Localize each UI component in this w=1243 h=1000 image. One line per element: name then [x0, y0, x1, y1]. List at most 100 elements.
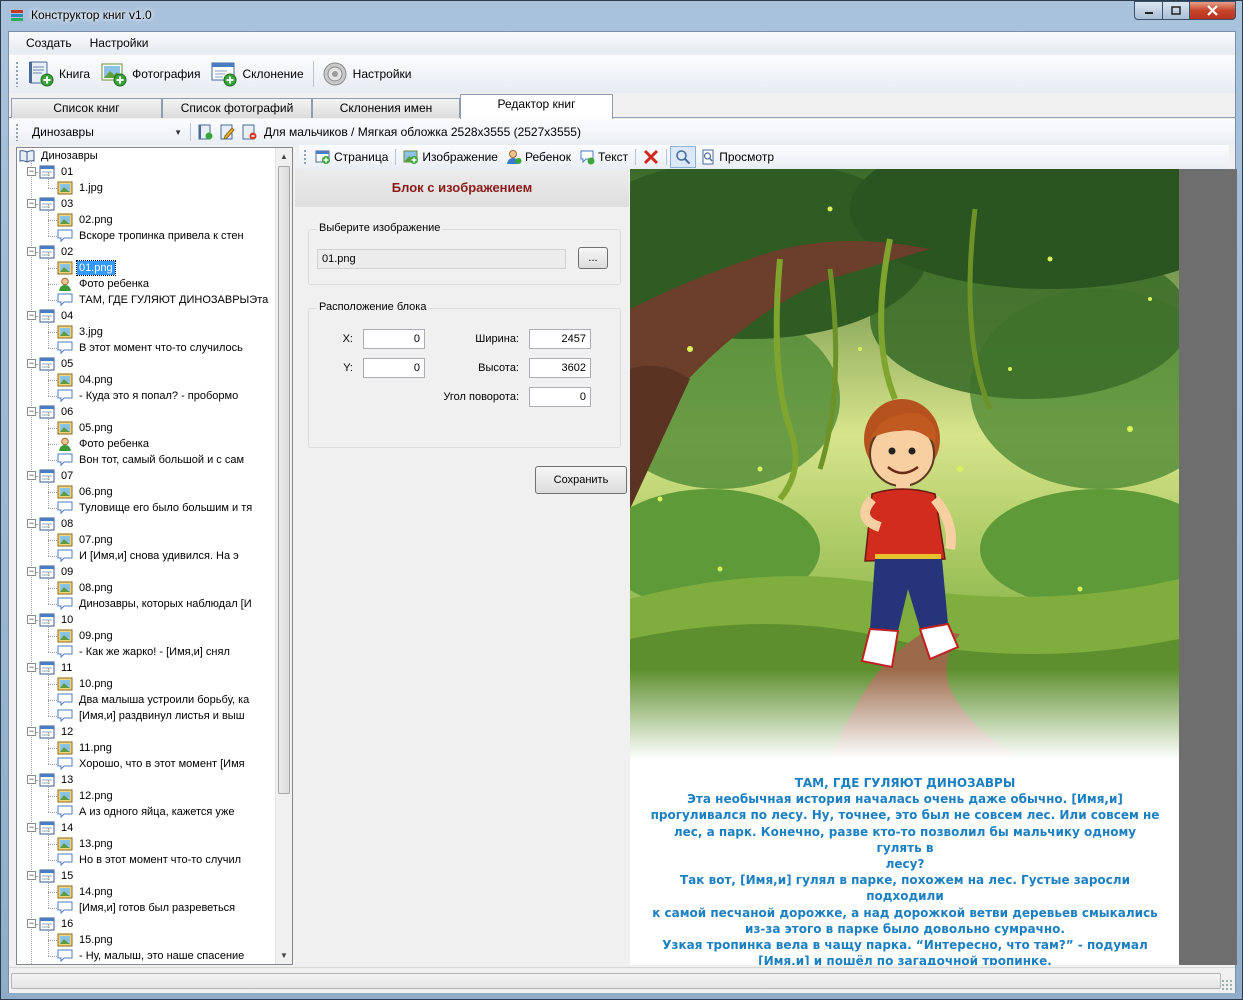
tree-block-node[interactable]: И [Имя,и] снова удивился. На э [57, 548, 241, 564]
browse-image-button[interactable]: ... [578, 247, 608, 269]
tree-block-node[interactable]: Хорошо, что в этот момент [Имя [57, 756, 247, 772]
add-page-button[interactable]: Страница [311, 146, 392, 168]
tree-page-node[interactable]: 13 [39, 772, 75, 788]
book-delete-icon[interactable] [241, 124, 257, 140]
tree-scrollbar[interactable]: ▲ ▼ [275, 148, 292, 964]
tree-block-node[interactable]: [Имя,и] готов был разреветься [57, 900, 237, 916]
height-field[interactable]: 3602 [529, 358, 591, 378]
tree-page-node[interactable]: 05 [39, 356, 75, 372]
tab-name-declensions[interactable]: Склонения имен [312, 98, 460, 118]
tree-block-node[interactable]: 07.png [57, 532, 115, 548]
tree-block-node[interactable]: 15.png [57, 932, 115, 948]
resize-grip-icon[interactable] [1221, 979, 1233, 991]
delete-button[interactable] [639, 146, 663, 168]
y-field[interactable]: 0 [363, 358, 425, 378]
collapse-icon[interactable]: − [27, 919, 36, 928]
tree-page-node[interactable]: 02 [39, 244, 75, 260]
collapse-icon[interactable]: − [27, 519, 36, 528]
settings-button[interactable]: Настройки [317, 58, 418, 90]
add-text-button[interactable]: Текст [575, 146, 632, 168]
tree-block-node[interactable]: А из одного яйца, кажется уже [57, 804, 237, 820]
tree-block-node[interactable]: 1.jpg [57, 180, 105, 196]
tab-photo-list[interactable]: Список фотографий [162, 98, 312, 118]
tree-block-node[interactable]: Два малыша устроили борьбу, ка [57, 692, 251, 708]
width-field[interactable]: 2457 [529, 329, 591, 349]
collapse-icon[interactable]: − [27, 823, 36, 832]
tree-block-node[interactable]: Но в этот момент что-то случил [57, 852, 243, 868]
minimize-button[interactable] [1134, 1, 1162, 20]
tree-page-node[interactable]: 09 [39, 564, 75, 580]
tree-page-node[interactable]: 01 [39, 164, 75, 180]
tree-block-node[interactable]: - Куда это я попал? - пробормо [57, 388, 240, 404]
tab-book-editor[interactable]: Редактор книг [460, 94, 613, 119]
collapse-icon[interactable]: − [27, 199, 36, 208]
tree-page-node[interactable]: 04 [39, 308, 75, 324]
tree-block-node[interactable]: Фото ребенка [57, 436, 151, 452]
menu-create[interactable]: Создать [17, 32, 81, 54]
tab-book-list[interactable]: Список книг [11, 98, 162, 118]
tree-block-node[interactable]: [Имя,и] раздвинул листья и выш [57, 708, 247, 724]
tree-block-node[interactable]: 05.png [57, 420, 115, 436]
tree-block-node[interactable]: - Как же жарко! - [Имя,и] снял [57, 644, 232, 660]
collapse-icon[interactable]: − [27, 471, 36, 480]
tree-block-node[interactable]: 10.png [57, 676, 115, 692]
tree-page-node[interactable]: 07 [39, 468, 75, 484]
zoom-toggle-button[interactable] [670, 146, 697, 168]
preview-button[interactable]: Просмотр [696, 146, 778, 168]
tree-block-node[interactable]: 04.png [57, 372, 115, 388]
tree-block-node[interactable]: Туловище его было большим и тя [57, 500, 254, 516]
collapse-icon[interactable]: − [27, 407, 36, 416]
collapse-icon[interactable]: − [27, 615, 36, 624]
new-book-button[interactable]: Книга [23, 58, 96, 90]
tree-block-node[interactable]: ТАМ, ГДЕ ГУЛЯЮТ ДИНОЗАВРЫЭта [57, 292, 270, 308]
scroll-up-icon[interactable]: ▲ [276, 148, 292, 165]
collapse-icon[interactable]: − [27, 663, 36, 672]
book-edit-icon[interactable] [219, 124, 235, 140]
collapse-icon[interactable]: − [27, 871, 36, 880]
bookbar-grip[interactable] [15, 123, 19, 141]
save-button[interactable]: Сохранить [535, 466, 627, 494]
x-field[interactable]: 0 [363, 329, 425, 349]
tree-block-node[interactable]: Фото ребенка [57, 276, 151, 292]
tree-block-node[interactable]: 06.png [57, 484, 115, 500]
tree-page-node[interactable]: 10 [39, 612, 75, 628]
tree-block-node[interactable]: 3.jpg [57, 324, 105, 340]
maximize-button[interactable] [1162, 1, 1189, 20]
collapse-icon[interactable]: − [27, 727, 36, 736]
collapse-icon[interactable]: − [27, 311, 36, 320]
add-child-button[interactable]: Ребенок [502, 146, 575, 168]
book-new-icon[interactable] [197, 124, 213, 140]
tree-block-node[interactable]: - Ну, малыш, это наше спасение [57, 948, 246, 964]
collapse-icon[interactable]: − [27, 359, 36, 368]
image-file-field[interactable]: 01.png [317, 249, 566, 269]
scroll-thumb[interactable] [278, 166, 290, 794]
book-select[interactable]: Динозавры ▼ [27, 122, 187, 142]
add-image-button[interactable]: Изображение [399, 146, 502, 168]
scroll-down-icon[interactable]: ▼ [276, 947, 292, 964]
collapse-icon[interactable]: − [27, 567, 36, 576]
tree-block-node[interactable]: Динозавры, которых наблюдал [И [57, 596, 254, 612]
tree-block-node[interactable]: 14.png [57, 884, 115, 900]
rotation-field[interactable]: 0 [529, 387, 591, 407]
tree-page-node[interactable]: 03 [39, 196, 75, 212]
title-bar[interactable]: Конструктор книг v1.0 [1, 1, 1242, 31]
tree-page-node[interactable]: 12 [39, 724, 75, 740]
menu-settings[interactable]: Настройки [81, 32, 158, 54]
tree-block-node[interactable]: 11.png [57, 740, 114, 756]
tree-page-node[interactable]: 06 [39, 404, 75, 420]
close-button[interactable] [1189, 1, 1236, 20]
collapse-icon[interactable]: − [27, 247, 36, 256]
pagebar-grip[interactable] [303, 149, 307, 165]
tree-page-node[interactable]: 08 [39, 516, 75, 532]
collapse-icon[interactable]: − [27, 775, 36, 784]
collapse-icon[interactable]: − [27, 167, 36, 176]
book-tree[interactable]: Динозавры 01 − 1.jpg 03 − 02.png Вскоре тропин… [16, 147, 293, 965]
tree-page-node[interactable]: 14 [39, 820, 75, 836]
tree-block-node[interactable]: 08.png [57, 580, 115, 596]
new-photo-button[interactable]: Фотография [96, 58, 206, 90]
tree-block-node[interactable]: В этот момент что-то случилось [57, 340, 245, 356]
tree-block-node[interactable]: 02.png [57, 212, 115, 228]
tree-page-node[interactable]: 15 [39, 868, 75, 884]
tree-block-node[interactable]: 13.png [57, 836, 115, 852]
new-declension-button[interactable]: Склонение [206, 58, 309, 90]
